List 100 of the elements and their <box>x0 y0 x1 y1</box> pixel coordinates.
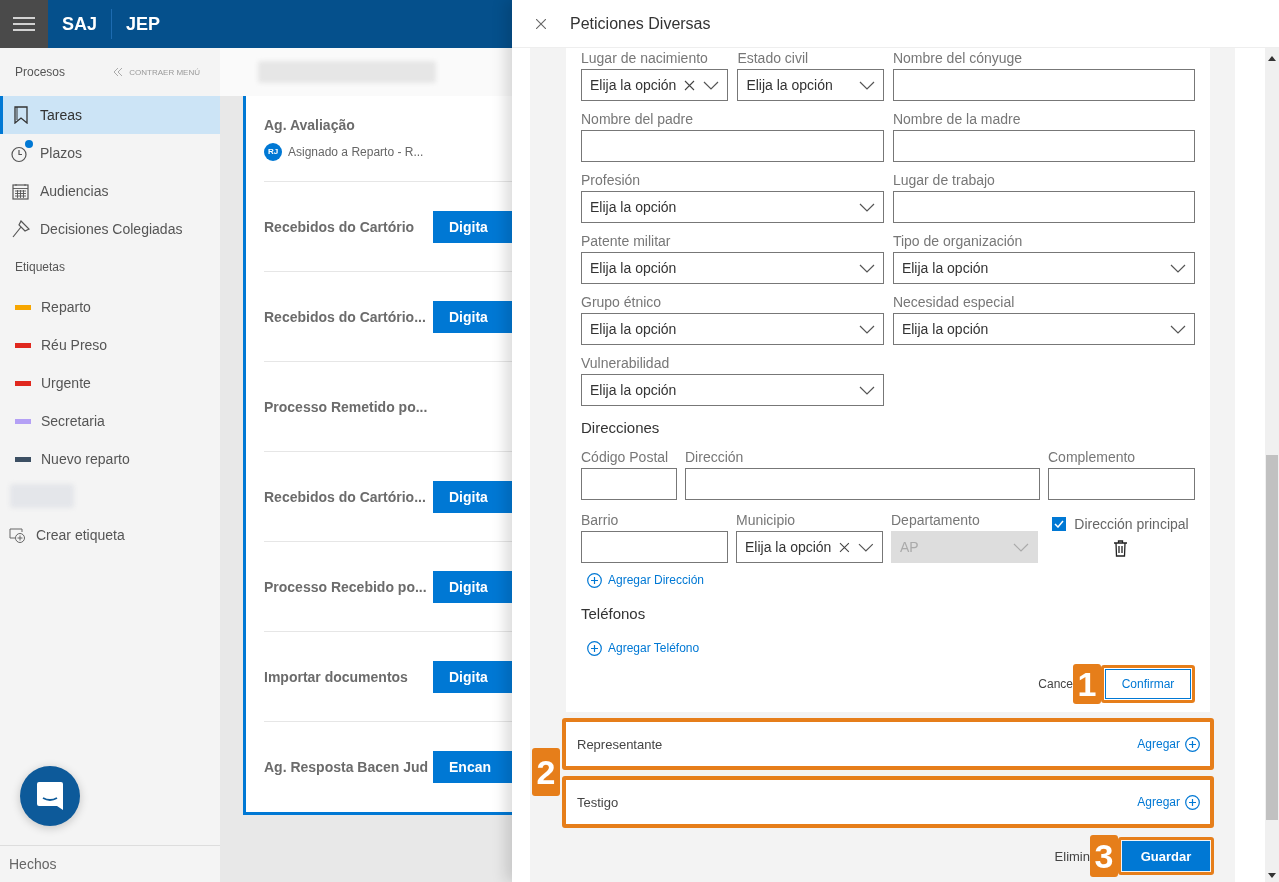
tag-label[interactable]: Nuevo reparto <box>41 451 130 467</box>
cancel-button[interactable]: Cance <box>1038 677 1073 691</box>
trash-icon[interactable] <box>1114 540 1127 557</box>
bookmark-icon <box>12 106 29 124</box>
tag-add-icon <box>9 527 26 543</box>
delete-button[interactable]: Elimin <box>1054 848 1090 864</box>
scroll-up-icon[interactable] <box>1268 56 1276 61</box>
checkbox[interactable] <box>1052 517 1067 531</box>
select-field[interactable]: Elija la opción <box>581 252 884 284</box>
footer-item[interactable]: Hechos <box>0 845 220 882</box>
section-heading: Teléfonos <box>581 604 647 624</box>
field-label: Departamento <box>891 511 981 530</box>
clear-icon[interactable] <box>684 79 696 91</box>
create-tag-link[interactable]: Crear etiqueta <box>36 527 125 543</box>
tag-label[interactable]: Urgente <box>41 375 91 391</box>
text-input-field[interactable] <box>581 130 884 162</box>
text-input-field[interactable] <box>1048 468 1195 500</box>
task-title: Processo Recebido po... <box>264 578 427 595</box>
sidebar-item[interactable]: Plazos <box>0 134 220 172</box>
task-title: Recebidos do Cartório <box>264 218 415 235</box>
calendar-icon <box>12 182 29 200</box>
chevron-down-icon <box>1013 542 1029 552</box>
field-label: Dirección <box>685 448 745 467</box>
task-action-button[interactable]: Digita <box>433 570 512 603</box>
scroll-down-icon[interactable] <box>1268 873 1276 878</box>
section-row-label: Testigo <box>577 794 619 810</box>
field-label: Código Postal <box>581 448 670 467</box>
field-label: Complemento <box>1048 448 1137 467</box>
select-field[interactable]: Elija la opción <box>736 531 883 563</box>
chevron-down-icon <box>1170 263 1186 273</box>
text-input-field[interactable] <box>892 69 1195 101</box>
plus-circle-icon <box>1185 736 1200 752</box>
field-label: Barrio <box>581 511 620 530</box>
tag-label[interactable]: Secretaria <box>41 413 105 429</box>
check-icon <box>1054 520 1065 528</box>
text-input-field[interactable] <box>581 531 728 563</box>
sidebar-item-label: Plazos <box>40 145 83 161</box>
add-address-link[interactable]: Agregar Dirección <box>581 570 711 590</box>
callout-number: 2 <box>532 748 560 796</box>
chevron-down-icon <box>858 542 874 552</box>
checkbox-label: Dirección principal <box>1074 516 1189 532</box>
text-input-field[interactable] <box>581 468 677 500</box>
task-title: Ag. Resposta Bacen Jud <box>264 759 429 775</box>
field-label: Nombre de la madre <box>892 110 1022 129</box>
field-label: Grupo étnico <box>581 293 663 312</box>
field-label: Lugar de nacimiento <box>581 49 709 68</box>
field-label: Municipio <box>736 511 797 530</box>
chat-button[interactable] <box>20 766 80 826</box>
select-field[interactable]: Elija la opción <box>581 374 884 406</box>
tag-label[interactable]: Reparto <box>41 299 91 315</box>
task-action-button[interactable]: Digita <box>433 210 512 243</box>
add-link[interactable]: Agregar <box>1137 794 1200 810</box>
product-name: JEP <box>125 13 162 35</box>
chevron-down-icon <box>858 202 875 212</box>
select-field[interactable]: Elija la opción <box>581 191 884 223</box>
sidebar-item[interactable]: Audiencias <box>0 172 220 210</box>
section-row-label: Representante <box>577 736 663 752</box>
close-button[interactable] <box>536 18 546 29</box>
panel-title: Peticiones Diversas <box>570 14 711 33</box>
task-action-button[interactable]: Digita <box>433 480 512 513</box>
menu-icon <box>13 17 35 31</box>
sidebar-item-label: Tareas <box>40 107 83 123</box>
text-input-field[interactable] <box>892 130 1195 162</box>
select-field[interactable]: Elija la opción <box>581 69 729 101</box>
task-title: Recebidos do Cartório... <box>264 488 426 505</box>
field-label: Patente militar <box>581 232 672 251</box>
field-label: Nombre del cónyuge <box>892 49 1024 68</box>
chevron-down-icon <box>858 385 875 395</box>
sidebar-item[interactable]: Tareas <box>0 96 220 134</box>
task-action-button[interactable]: Digita <box>433 300 512 333</box>
double-chevron-left-icon <box>113 67 124 77</box>
save-button[interactable]: Guardar <box>1122 841 1210 871</box>
confirm-button[interactable]: Confirmar <box>1105 669 1191 699</box>
section-heading: Direcciones <box>581 418 661 438</box>
select-field[interactable]: Elija la opción <box>581 313 884 345</box>
plus-circle-icon <box>587 572 602 588</box>
menu-button[interactable] <box>0 0 48 48</box>
field-label: Tipo de organización <box>892 232 1024 251</box>
task-action-button[interactable]: Encan <box>433 751 512 783</box>
sidebar-item-label: Decisiones Colegiadas <box>40 221 183 237</box>
clear-icon[interactable] <box>839 541 851 553</box>
tag-label[interactable]: Réu Preso <box>41 337 108 353</box>
text-input-field[interactable] <box>892 191 1195 223</box>
add-phone-link[interactable]: Agregar Teléfono <box>581 638 706 658</box>
text-input-field[interactable] <box>685 468 1040 500</box>
task-title: Recebidos do Cartório... <box>264 308 426 325</box>
close-icon <box>536 18 546 29</box>
gavel-icon <box>11 220 30 238</box>
add-link[interactable]: Agregar <box>1137 736 1200 752</box>
task-action-button[interactable]: Digita <box>433 660 512 693</box>
plus-circle-icon <box>1185 794 1200 810</box>
avatar-initials: RJ <box>264 142 282 161</box>
select-field[interactable]: Elija la opción <box>737 69 884 101</box>
brand-logo: SAJ <box>61 13 98 35</box>
sidebar-item-label: Audiencias <box>40 183 109 199</box>
select-field[interactable]: Elija la opción <box>892 313 1195 345</box>
sidebar-item[interactable]: Decisiones Colegiadas <box>0 210 220 248</box>
scrollbar[interactable] <box>1265 48 1279 882</box>
assignee-text: Asignado a Reparto - R... <box>288 144 424 159</box>
select-field[interactable]: Elija la opción <box>892 252 1195 284</box>
